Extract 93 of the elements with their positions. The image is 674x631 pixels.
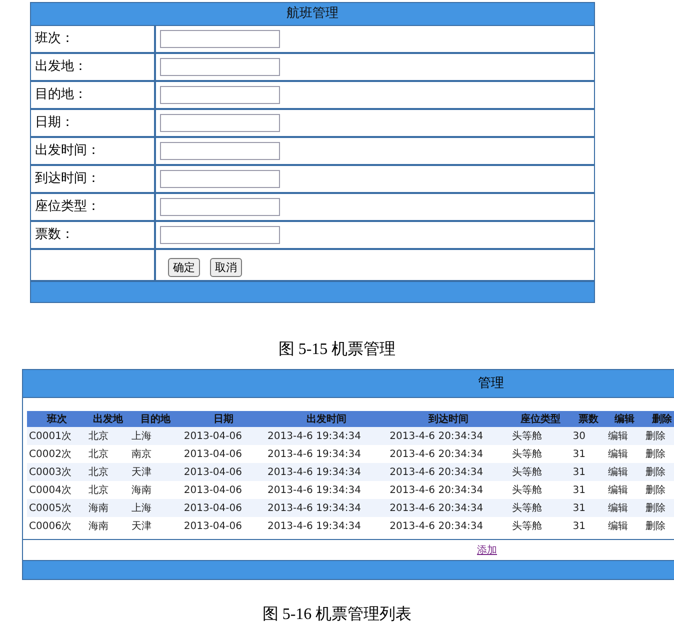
table-cell: 海南 — [86, 517, 130, 535]
column-header: 出发地 — [86, 411, 130, 427]
table-cell: 海南 — [86, 499, 130, 517]
table-cell: 2013-04-06 — [182, 517, 266, 535]
delete-link[interactable]: 删除 — [643, 445, 674, 463]
table-cell: 31 — [570, 481, 606, 499]
edit-link[interactable]: 编辑 — [606, 499, 644, 517]
table-cell: 头等舱 — [510, 517, 571, 535]
delete-link[interactable]: 删除 — [643, 481, 674, 499]
table-cell: C0001次 — [27, 427, 87, 445]
confirm-button[interactable]: 确定 — [168, 258, 200, 276]
input-field[interactable] — [160, 226, 280, 244]
figure-caption: 图 5-16 机票管理列表 — [261, 604, 413, 625]
input-field[interactable] — [160, 30, 280, 48]
input-field[interactable] — [160, 58, 280, 76]
cancel-button[interactable]: 取消 — [210, 258, 242, 276]
table-cell: 2013-04-06 — [182, 427, 266, 445]
table-cell: 31 — [570, 445, 606, 463]
edit-link[interactable]: 编辑 — [606, 427, 644, 445]
table-cell: 2013-4-6 20:34:34 — [388, 481, 510, 499]
table-cell: 2013-4-6 20:34:34 — [388, 427, 510, 445]
delete-link[interactable]: 删除 — [643, 427, 674, 445]
table-cell: 2013-4-6 20:34:34 — [388, 517, 510, 535]
table-cell: 2013-4-6 19:34:34 — [266, 427, 388, 445]
field-label: 到达时间： — [31, 166, 156, 192]
field-label: 班次： — [31, 26, 156, 52]
table-cell: 31 — [570, 499, 606, 517]
table-cell: 2013-04-06 — [182, 445, 266, 463]
figure-caption: 图 5-15 机票管理 — [277, 340, 397, 360]
table-cell: 南京 — [130, 445, 182, 463]
column-header: 出发时间 — [266, 411, 388, 427]
column-header: 删除 — [643, 411, 674, 427]
table-cell: 2013-4-6 19:34:34 — [266, 499, 388, 517]
table-cell: 31 — [570, 517, 606, 535]
table-cell: C0006次 — [27, 517, 87, 535]
edit-link[interactable]: 编辑 — [606, 445, 644, 463]
table-cell: C0004次 — [27, 481, 87, 499]
table-cell: 2013-4-6 20:34:34 — [388, 499, 510, 517]
add-link[interactable]: 添加 — [477, 543, 497, 557]
column-header: 票数 — [570, 411, 606, 427]
table-cell: 北京 — [86, 427, 130, 445]
input-field[interactable] — [160, 142, 280, 160]
table-cell: 头等舱 — [510, 427, 571, 445]
table-cell: C0003次 — [27, 463, 87, 481]
table-cell: 头等舱 — [510, 463, 571, 481]
input-field[interactable] — [160, 198, 280, 216]
edit-link[interactable]: 编辑 — [606, 517, 644, 535]
column-header: 日期 — [182, 411, 266, 427]
field-label: 座位类型： — [31, 194, 156, 220]
table-cell: C0002次 — [27, 445, 87, 463]
table-cell: C0005次 — [27, 499, 87, 517]
delete-link[interactable]: 删除 — [643, 463, 674, 481]
table-cell: 2013-4-6 19:34:34 — [266, 463, 388, 481]
field-label: 出发地： — [31, 54, 156, 80]
table-cell: 海南 — [130, 481, 182, 499]
table-cell: 头等舱 — [510, 445, 571, 463]
input-field[interactable] — [160, 170, 280, 188]
table-cell: 2013-04-06 — [182, 481, 266, 499]
panel-title: 管理 — [23, 370, 674, 398]
table-cell: 2013-4-6 19:34:34 — [266, 517, 388, 535]
delete-link[interactable]: 删除 — [643, 517, 674, 535]
table-cell: 北京 — [86, 463, 130, 481]
table-cell: 2013-4-6 19:34:34 — [266, 445, 388, 463]
input-field[interactable] — [160, 114, 280, 132]
delete-link[interactable]: 删除 — [643, 499, 674, 517]
column-header: 到达时间 — [388, 411, 510, 427]
table-cell: 2013-4-6 20:34:34 — [388, 445, 510, 463]
field-label: 出发时间： — [31, 138, 156, 164]
table-cell: 2013-04-06 — [182, 463, 266, 481]
table-cell: 天津 — [130, 517, 182, 535]
table-cell: 上海 — [130, 427, 182, 445]
edit-link[interactable]: 编辑 — [606, 463, 644, 481]
column-header: 编辑 — [606, 411, 644, 427]
table-cell: 北京 — [86, 445, 130, 463]
field-label: 日期： — [31, 110, 156, 136]
table-cell: 头等舱 — [510, 481, 571, 499]
field-label: 票数： — [31, 222, 156, 248]
table-cell: 2013-4-6 20:34:34 — [388, 463, 510, 481]
table-cell: 天津 — [130, 463, 182, 481]
table-cell: 2013-4-6 19:34:34 — [266, 481, 388, 499]
column-header: 座位类型 — [510, 411, 571, 427]
table-cell: 头等舱 — [510, 499, 571, 517]
table-cell: 上海 — [130, 499, 182, 517]
input-field[interactable] — [160, 86, 280, 104]
column-header: 班次 — [27, 411, 87, 427]
table-cell: 北京 — [86, 481, 130, 499]
panel-title: 航班管理 — [31, 3, 594, 26]
table-cell: 31 — [570, 463, 606, 481]
table-cell: 30 — [570, 427, 606, 445]
edit-link[interactable]: 编辑 — [606, 481, 644, 499]
field-label: 目的地： — [31, 82, 156, 108]
table-cell: 2013-04-06 — [182, 499, 266, 517]
column-header: 目的地 — [130, 411, 182, 427]
